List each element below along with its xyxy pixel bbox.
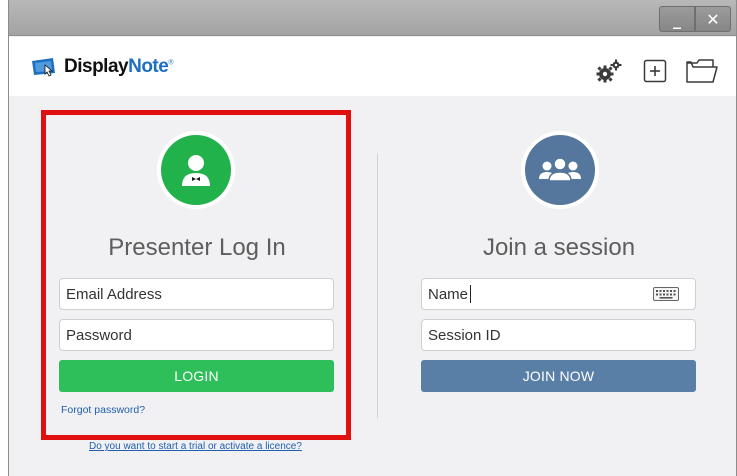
minimize-button[interactable]: _ (659, 6, 695, 32)
presenter-title: Presenter Log In (108, 234, 286, 261)
session-id-placeholder: Session ID (428, 326, 501, 344)
email-placeholder: Email Address (66, 285, 162, 303)
email-field[interactable]: Email Address (59, 278, 334, 310)
login-button[interactable]: LOGIN (59, 360, 334, 392)
session-title: Join a session (482, 234, 636, 261)
logo-text-display: Display (64, 56, 129, 77)
app-window: _ ✕ DisplayNote® Presenter Log In Email … (8, 0, 737, 476)
gears-icon[interactable] (595, 59, 623, 83)
password-field[interactable]: Password (59, 319, 334, 351)
app-header: DisplayNote® (9, 37, 736, 96)
name-placeholder: Name (428, 285, 469, 303)
forgot-password-link[interactable]: Forgot password? (61, 404, 145, 416)
name-field[interactable]: Name (421, 278, 696, 310)
keyboard-icon[interactable] (653, 287, 679, 301)
presenter-avatar (157, 131, 235, 209)
logo-text-note: Note (128, 56, 169, 77)
session-id-field[interactable]: Session ID (421, 319, 696, 351)
folder-icon[interactable] (685, 58, 719, 84)
logo-mark-icon (32, 58, 55, 77)
trial-licence-link[interactable]: Do you want to start a trial or activate… (89, 441, 302, 452)
displaynote-logo: DisplayNote® (31, 56, 173, 78)
add-page-icon[interactable] (643, 59, 667, 83)
logo-trademark: ® (168, 59, 173, 67)
title-bar: _ ✕ (9, 0, 736, 36)
text-caret (470, 285, 472, 303)
password-placeholder: Password (66, 326, 132, 344)
group-icon (539, 157, 581, 182)
panel-divider (377, 154, 378, 418)
session-avatar (521, 131, 599, 209)
join-now-button[interactable]: JOIN NOW (421, 360, 696, 392)
logo-text: DisplayNote® (64, 56, 173, 78)
presenter-icon (182, 155, 210, 186)
main-content: Presenter Log In Email Address Password … (9, 96, 736, 476)
close-button[interactable]: ✕ (695, 6, 731, 32)
